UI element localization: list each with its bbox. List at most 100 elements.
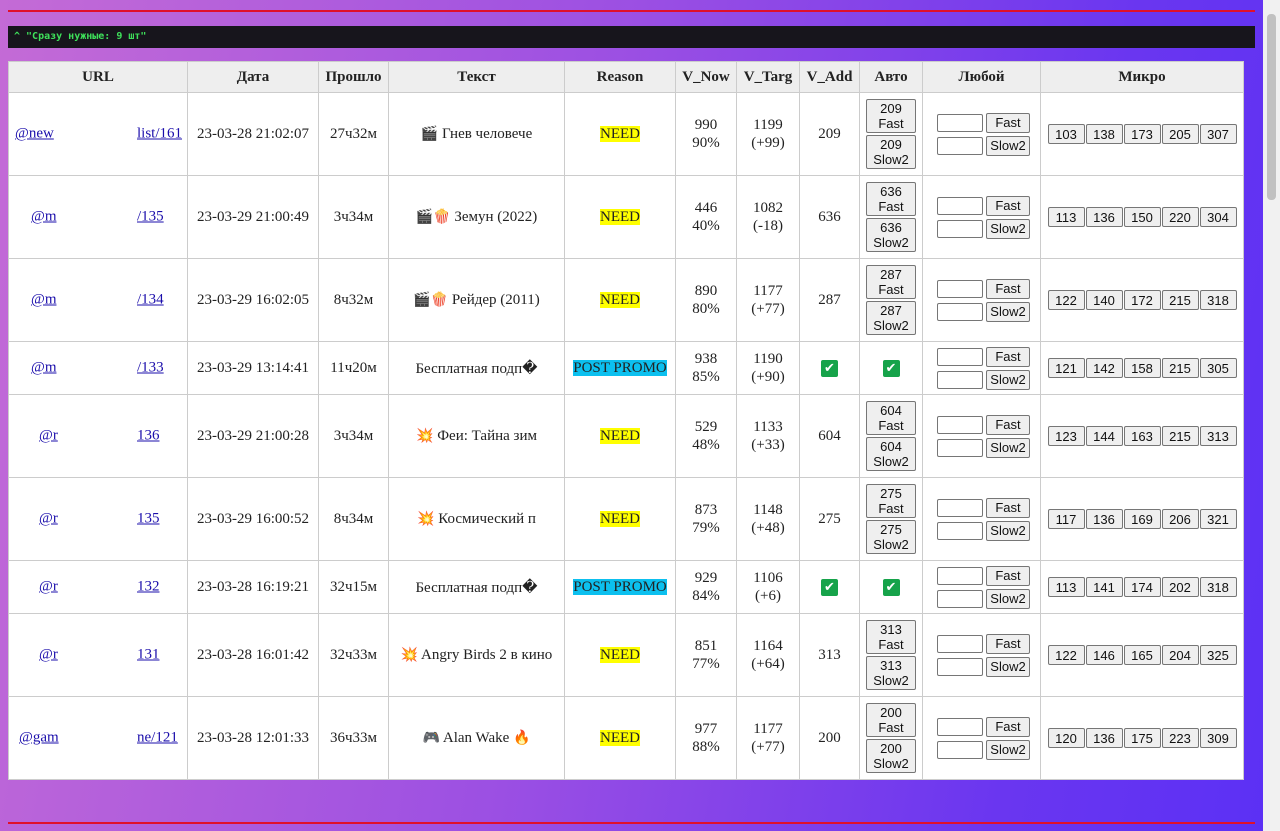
header-v-targ[interactable]: V_Targ: [736, 61, 800, 93]
micro-button[interactable]: 165: [1123, 645, 1161, 665]
micro-button[interactable]: 158: [1123, 358, 1161, 378]
url-link-end[interactable]: 132: [137, 579, 160, 596]
micro-button[interactable]: 117: [1047, 509, 1085, 529]
any-fast-button[interactable]: Fast: [986, 716, 1030, 737]
scrollbar-thumb[interactable]: [1267, 14, 1276, 200]
any-slow-button[interactable]: Slow2: [986, 588, 1030, 609]
any-fast-button[interactable]: Fast: [986, 414, 1030, 435]
micro-button[interactable]: 136: [1085, 207, 1123, 227]
micro-button[interactable]: 215: [1161, 358, 1199, 378]
header-v-now[interactable]: V_Now: [675, 61, 737, 93]
micro-button[interactable]: 122: [1047, 645, 1085, 665]
auto-fast-button[interactable]: 209 Fast: [866, 99, 916, 133]
url-link-start[interactable]: @m: [31, 209, 56, 226]
micro-button[interactable]: 113: [1047, 207, 1085, 227]
micro-button[interactable]: 307: [1199, 124, 1237, 144]
any-slow-button[interactable]: Slow2: [986, 437, 1030, 458]
any-fast-button[interactable]: Fast: [986, 497, 1030, 518]
micro-button[interactable]: 141: [1085, 577, 1123, 597]
header-elapsed[interactable]: Прошло: [318, 61, 389, 93]
any-fast-button[interactable]: Fast: [986, 278, 1030, 299]
micro-button[interactable]: 146: [1085, 645, 1123, 665]
vertical-scrollbar[interactable]: [1263, 0, 1280, 831]
micro-button[interactable]: 122: [1047, 290, 1085, 310]
url-link-start[interactable]: @new: [15, 126, 54, 143]
url-link-start[interactable]: @r: [39, 428, 58, 445]
micro-button[interactable]: 205: [1161, 124, 1199, 144]
url-link-end[interactable]: 135: [137, 511, 160, 528]
micro-button[interactable]: 103: [1047, 124, 1085, 144]
url-link-start[interactable]: @gam: [19, 730, 59, 747]
micro-button[interactable]: 140: [1085, 290, 1123, 310]
any-slow-button[interactable]: Slow2: [986, 369, 1030, 390]
header-text[interactable]: Текст: [388, 61, 565, 93]
micro-button[interactable]: 202: [1161, 577, 1199, 597]
url-link-end[interactable]: /135: [137, 209, 164, 226]
url-link-start[interactable]: @m: [31, 360, 56, 377]
micro-button[interactable]: 174: [1123, 577, 1161, 597]
any-fast-button[interactable]: Fast: [986, 565, 1030, 586]
auto-slow-button[interactable]: 287 Slow2: [866, 301, 916, 335]
micro-button[interactable]: 150: [1123, 207, 1161, 227]
url-link-end[interactable]: ne/121: [137, 730, 178, 747]
any-fast-button[interactable]: Fast: [986, 112, 1030, 133]
auto-slow-button[interactable]: 636 Slow2: [866, 218, 916, 252]
any-fast-input[interactable]: [937, 347, 983, 366]
micro-button[interactable]: 321: [1199, 509, 1237, 529]
micro-button[interactable]: 175: [1123, 728, 1161, 748]
micro-button[interactable]: 215: [1161, 426, 1199, 446]
any-slow-input[interactable]: [937, 589, 983, 608]
micro-button[interactable]: 113: [1047, 577, 1085, 597]
header-micro[interactable]: Микро: [1040, 61, 1244, 93]
any-slow-input[interactable]: [937, 740, 983, 759]
micro-button[interactable]: 138: [1085, 124, 1123, 144]
url-link-end[interactable]: /134: [137, 292, 164, 309]
any-slow-input[interactable]: [937, 136, 983, 155]
micro-button[interactable]: 223: [1161, 728, 1199, 748]
micro-button[interactable]: 309: [1199, 728, 1237, 748]
url-link-start[interactable]: @r: [39, 511, 58, 528]
auto-fast-button[interactable]: 636 Fast: [866, 182, 916, 216]
header-v-add[interactable]: V_Add: [799, 61, 860, 93]
any-slow-button[interactable]: Slow2: [986, 218, 1030, 239]
auto-fast-button[interactable]: 604 Fast: [866, 401, 916, 435]
any-fast-button[interactable]: Fast: [986, 633, 1030, 654]
micro-button[interactable]: 206: [1161, 509, 1199, 529]
micro-button[interactable]: 173: [1123, 124, 1161, 144]
any-fast-input[interactable]: [937, 634, 983, 653]
url-link-end[interactable]: 131: [137, 647, 160, 664]
any-fast-input[interactable]: [937, 196, 983, 215]
micro-button[interactable]: 318: [1199, 290, 1237, 310]
micro-button[interactable]: 220: [1161, 207, 1199, 227]
auto-fast-button[interactable]: 313 Fast: [866, 620, 916, 654]
micro-button[interactable]: 121: [1047, 358, 1085, 378]
auto-slow-button[interactable]: 313 Slow2: [866, 656, 916, 690]
micro-button[interactable]: 318: [1199, 577, 1237, 597]
any-slow-input[interactable]: [937, 657, 983, 676]
micro-button[interactable]: 172: [1123, 290, 1161, 310]
any-slow-button[interactable]: Slow2: [986, 656, 1030, 677]
any-slow-button[interactable]: Slow2: [986, 520, 1030, 541]
micro-button[interactable]: 204: [1161, 645, 1199, 665]
micro-button[interactable]: 305: [1199, 358, 1237, 378]
any-fast-input[interactable]: [937, 498, 983, 517]
any-fast-input[interactable]: [937, 566, 983, 585]
auto-fast-button[interactable]: 275 Fast: [866, 484, 916, 518]
url-link-end[interactable]: /133: [137, 360, 164, 377]
url-link-start[interactable]: @r: [39, 579, 58, 596]
micro-button[interactable]: 215: [1161, 290, 1199, 310]
auto-slow-button[interactable]: 200 Slow2: [866, 739, 916, 773]
url-link-start[interactable]: @r: [39, 647, 58, 664]
micro-button[interactable]: 120: [1047, 728, 1085, 748]
any-fast-button[interactable]: Fast: [986, 195, 1030, 216]
micro-button[interactable]: 325: [1199, 645, 1237, 665]
auto-fast-button[interactable]: 287 Fast: [866, 265, 916, 299]
micro-button[interactable]: 136: [1085, 728, 1123, 748]
url-link-start[interactable]: @m: [31, 292, 56, 309]
micro-button[interactable]: 313: [1199, 426, 1237, 446]
auto-fast-button[interactable]: 200 Fast: [866, 703, 916, 737]
any-fast-input[interactable]: [937, 279, 983, 298]
any-fast-input[interactable]: [937, 415, 983, 434]
micro-button[interactable]: 163: [1123, 426, 1161, 446]
header-reason[interactable]: Reason: [564, 61, 676, 93]
